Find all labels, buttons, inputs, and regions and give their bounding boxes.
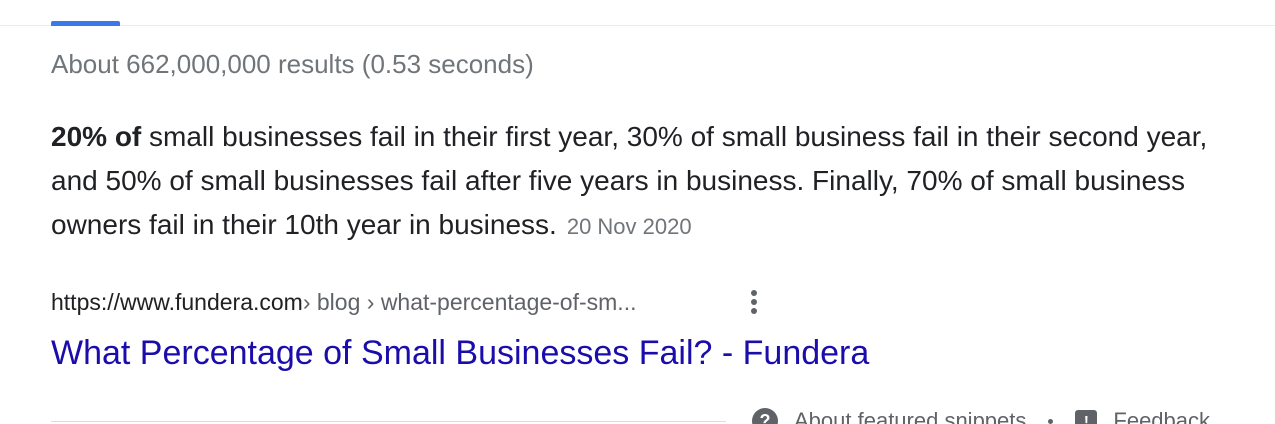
search-results-page: About 662,000,000 results (0.53 seconds)… bbox=[0, 0, 1275, 424]
active-tab-indicator bbox=[51, 21, 120, 26]
divider bbox=[51, 421, 726, 422]
source-path: › blog › what-percentage-of-sm... bbox=[302, 288, 637, 315]
result-title-link[interactable]: What Percentage of Small Businesses Fail… bbox=[51, 332, 869, 374]
result-stats: About 662,000,000 results (0.53 seconds) bbox=[51, 49, 534, 79]
snippet-date: 20 Nov 2020 bbox=[566, 214, 692, 239]
search-tab-bar bbox=[0, 0, 1275, 26]
featured-snippet: 20% of small businesses fail in their fi… bbox=[51, 115, 1231, 249]
source-breadcrumb[interactable]: https://www.fundera.com › blog › what-pe… bbox=[51, 285, 636, 319]
vertical-dots-icon[interactable] bbox=[744, 286, 764, 318]
separator-dot bbox=[1048, 418, 1054, 424]
feedback-icon: ! bbox=[1075, 410, 1098, 424]
source-domain[interactable]: https://www.fundera.com bbox=[51, 289, 303, 316]
snippet-footer: ? About featured snippets ! Feedback bbox=[752, 404, 1210, 424]
feedback-link[interactable]: Feedback bbox=[1113, 408, 1210, 424]
snippet-highlight: 20% of bbox=[51, 121, 142, 152]
about-featured-snippets-link[interactable]: About featured snippets bbox=[794, 408, 1026, 424]
help-circle-icon: ? bbox=[752, 408, 778, 424]
